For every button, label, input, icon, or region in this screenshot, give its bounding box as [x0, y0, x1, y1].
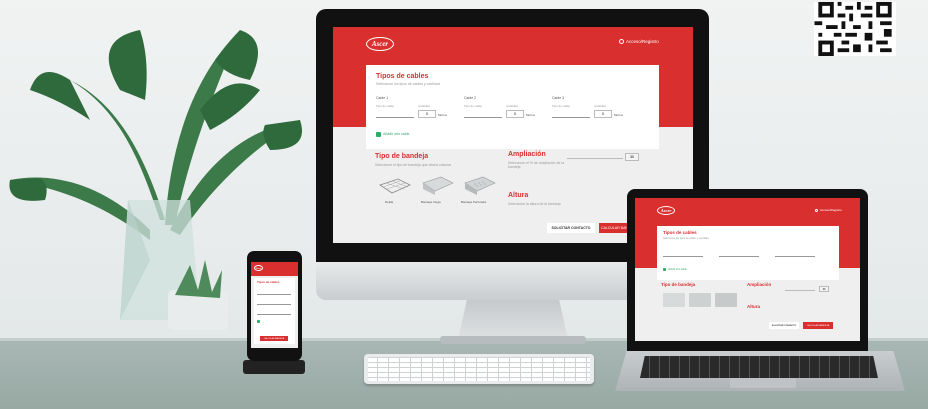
cable-2-qty-label: Cantidad: [506, 104, 519, 108]
phone-header: Ascer: [251, 262, 298, 276]
contact-button[interactable]: SOLICITAR CONTACTO: [547, 223, 595, 233]
qr-code: [814, 2, 896, 56]
tray-label-rejilla: Rejilla: [385, 200, 394, 204]
cable-2-qty-stepper[interactable]: 0: [506, 110, 524, 118]
laptop-tray-ciega[interactable]: [689, 293, 711, 307]
cables-title: Tipos de cables: [376, 73, 429, 80]
laptop-trackpad: [730, 378, 796, 388]
cable-2-type-label: Tipo de cable: [464, 104, 482, 108]
laptop-logo[interactable]: Ascer: [657, 206, 675, 215]
user-icon: [815, 208, 818, 212]
ampliacion-value[interactable]: 30: [625, 153, 639, 161]
laptop-cables-title: Tipos de cables: [663, 230, 697, 235]
laptop-ampliacion-slider[interactable]: [785, 290, 815, 291]
tray-label-ciega: Bandeja Ciega: [421, 200, 441, 204]
tray-option-ciega[interactable]: [421, 175, 455, 197]
brand-logo[interactable]: Ascer: [366, 37, 394, 51]
user-icon: [619, 39, 624, 44]
phone-cable-3-select[interactable]: [257, 312, 291, 315]
laptop-ampliacion-title: Ampliación: [747, 282, 772, 287]
laptop-cable-1-select[interactable]: [663, 254, 703, 257]
laptop-tray-perforada[interactable]: [715, 293, 737, 307]
cable-3-type-label: Tipo de cable: [552, 104, 570, 108]
cable-1-type-label: Tipo de cable: [376, 104, 394, 108]
laptop-tray-rejilla[interactable]: [663, 293, 685, 307]
ampliacion-title: Ampliación: [508, 151, 546, 158]
laptop-bandeja-title: Tipo de bandeja: [661, 282, 696, 287]
laptop-screen: Ascer Acceso/Registro Tipos de cables Se…: [635, 198, 860, 341]
cable-3-qty-stepper[interactable]: 0: [594, 110, 612, 118]
phone-cable-2-select[interactable]: [257, 302, 291, 305]
cable-3-qty-label: Cantidad: [594, 104, 607, 108]
add-cable-checkbox[interactable]: [376, 132, 381, 137]
tray-label-perforada: Bandeja Perforada: [461, 200, 487, 204]
tray-option-perforada[interactable]: [463, 175, 497, 197]
phone-logo[interactable]: Ascer: [254, 265, 263, 271]
laptop-cable-2-select[interactable]: [719, 254, 759, 257]
imac-stand-foot: [440, 336, 586, 344]
cable-2-unit: Metros: [526, 113, 536, 117]
laptop-add-cable-label[interactable]: Añadir otro cable: [668, 268, 687, 271]
laptop-calculate-button[interactable]: CALCULAR BANDEJA: [803, 322, 833, 329]
cables-card: Tipos de cables Seleccione los tipos de …: [366, 65, 659, 149]
imac-stand: [458, 300, 568, 340]
cable-3-unit: Metros: [614, 113, 624, 117]
laptop-login-link[interactable]: Acceso/Registro: [815, 208, 842, 212]
cable-2-label: Cable 2: [464, 96, 477, 100]
phone-cables-title: Tipos de cables: [257, 280, 280, 284]
bandeja-subtitle: Seleccione el tipo de bandeja que desea …: [375, 163, 452, 167]
cable-1-unit: Metros: [438, 113, 448, 117]
product-mockup-scene: Ascer Acceso/Registro Tipos de cables Se…: [0, 0, 928, 409]
phone-add-cable[interactable]: [257, 320, 260, 323]
cable-1-type-select[interactable]: [376, 112, 414, 118]
phone-dock: [243, 360, 305, 374]
cable-3-type-select[interactable]: [552, 112, 590, 118]
cables-subtitle: Seleccione los tipos de cables y cantida…: [376, 82, 440, 86]
cable-1-label: Cable 1: [376, 96, 389, 100]
phone-cables-card: Tipos de cables CALCULAR BANDEJA: [254, 278, 295, 344]
ampliacion-subtitle: Seleccione el % de ampliación de la band…: [508, 161, 565, 169]
laptop-cables-subtitle: Seleccione los tipos de cables y cantida…: [663, 237, 709, 240]
tray-option-rejilla[interactable]: [378, 177, 412, 197]
laptop-cable-3-select[interactable]: [775, 254, 815, 257]
laptop-add-cable[interactable]: [663, 268, 666, 271]
laptop-altura-title: Altura: [747, 304, 761, 309]
cable-3-label: Cable 3: [552, 96, 565, 100]
altura-title: Altura: [508, 192, 529, 199]
cable-2-type-select[interactable]: [464, 112, 502, 118]
cable-1-qty-label: Cantidad: [418, 104, 431, 108]
phone-cable-1-select[interactable]: [257, 292, 291, 295]
laptop-contact-button[interactable]: SOLICITAR CONTACTO: [769, 322, 799, 329]
laptop-ampliacion-value[interactable]: 30: [819, 286, 829, 292]
phone-screen: Ascer Tipos de cables CALCULAR BANDEJA: [251, 262, 298, 348]
phone-calculate-button[interactable]: CALCULAR BANDEJA: [260, 336, 288, 341]
laptop-cables-card: Tipos de cables Seleccione los tipos de …: [657, 226, 839, 280]
keyboard: [364, 354, 594, 384]
cable-1-qty-stepper[interactable]: 0: [418, 110, 436, 118]
laptop-keyboard: [640, 356, 878, 378]
login-link[interactable]: Acceso/Registro: [619, 39, 659, 44]
bandeja-title: Tipo de bandeja: [375, 153, 429, 160]
add-cable-label[interactable]: Añadir otro cable: [383, 132, 409, 136]
altura-subtitle: Seleccione la altura de la bandeja: [508, 202, 561, 206]
ampliacion-slider[interactable]: [567, 158, 623, 159]
